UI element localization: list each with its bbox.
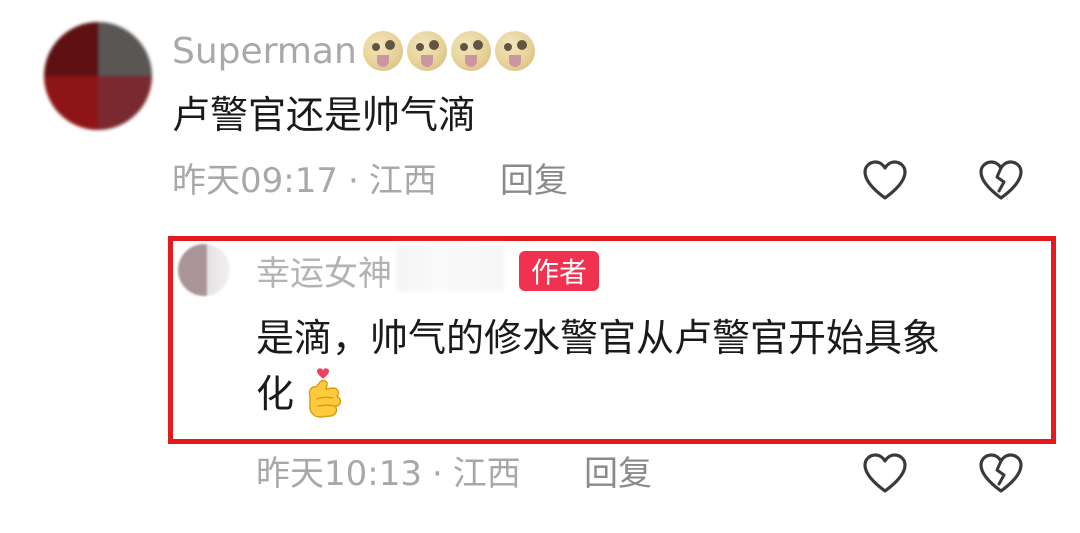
reply-text-line-1: 是滴，帅气的修水警官从卢警官开始具象 <box>256 316 941 360</box>
comment-time: 昨天09:17 <box>172 161 338 201</box>
comment-location: 江西 <box>368 161 437 201</box>
finger-heart-hand-icon <box>300 366 346 422</box>
drooling-tongue-face-icon <box>450 31 491 71</box>
reply-text: 是滴，帅气的修水警官从卢警官开始具象 化 <box>256 310 1046 422</box>
meta-separator: · <box>431 454 443 494</box>
drooling-tongue-face-icon <box>362 31 403 71</box>
meta-separator: · <box>347 161 359 201</box>
commenter-username[interactable]: Superman <box>172 31 357 72</box>
username-emoji-group <box>362 31 535 71</box>
reply-location: 江西 <box>452 454 521 494</box>
reply-button[interactable]: 回复 <box>500 158 568 204</box>
commenter-avatar[interactable] <box>44 22 152 130</box>
author-badge: 作者 <box>519 251 599 291</box>
reply-text-line-2-text: 化 <box>256 372 295 416</box>
comment-thread: Superman 卢警官还是帅气滴 昨天09:17·江西 回复 幸运女神9 作者… <box>0 0 1080 533</box>
drooling-tongue-face-icon <box>494 31 535 71</box>
comment-meta: 昨天09:17 · 江西 <box>172 158 437 204</box>
reply-meta: 昨天10:13 · 江西 <box>256 451 521 497</box>
reply-text-line-2: 化 <box>256 366 1046 422</box>
author-username[interactable]: 幸运女神 <box>256 246 392 295</box>
commenter-username-row: Superman <box>172 26 535 76</box>
author-avatar[interactable] <box>178 244 230 296</box>
drooling-tongue-face-icon <box>406 31 447 71</box>
heart-outline-icon[interactable] <box>861 157 909 205</box>
broken-heart-icon[interactable] <box>977 157 1025 205</box>
broken-heart-icon[interactable] <box>977 450 1025 498</box>
comment-text: 卢警官还是帅气滴 <box>172 93 477 137</box>
reply-time: 昨天10:13 <box>256 454 422 494</box>
username-blur-mask <box>396 244 504 292</box>
reply-reply-button[interactable]: 回复 <box>584 451 652 497</box>
heart-outline-icon[interactable] <box>861 450 909 498</box>
